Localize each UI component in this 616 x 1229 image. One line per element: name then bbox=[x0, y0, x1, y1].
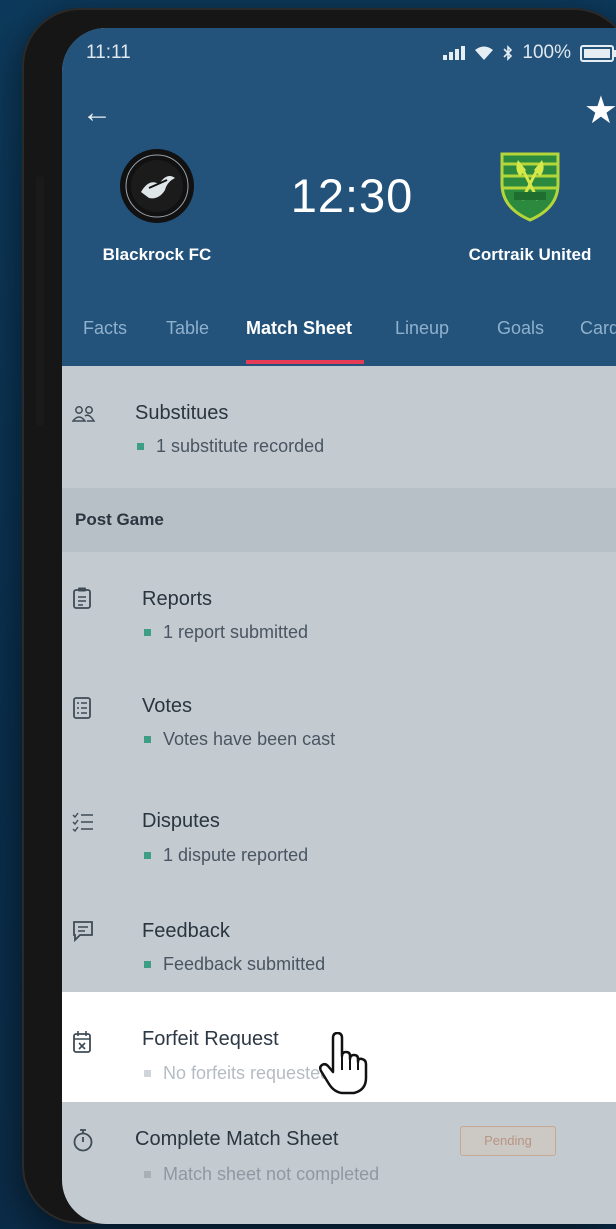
status-dot bbox=[144, 961, 151, 968]
tab-goals[interactable]: Goals bbox=[497, 318, 544, 339]
list-item-substitutes[interactable]: Substitues 1 substitute recorded › bbox=[62, 366, 616, 488]
list-item-title: Forfeit Request bbox=[142, 1028, 279, 1050]
match-sheet-list: Substitues 1 substitute recorded › Post … bbox=[62, 366, 616, 1184]
tab-facts[interactable]: Facts bbox=[83, 318, 127, 339]
battery-percent: 100% bbox=[522, 42, 571, 63]
status-dot bbox=[144, 629, 151, 636]
status-text: Match sheet not completed bbox=[163, 1164, 380, 1184]
tab-bar: Facts Table Match Sheet Lineup Goals Car… bbox=[62, 318, 616, 366]
calendar-x-icon bbox=[73, 1031, 91, 1053]
home-team-name: Blackrock FC bbox=[102, 245, 212, 264]
status-text: Feedback submitted bbox=[163, 954, 326, 974]
pending-badge: Pending bbox=[460, 1126, 556, 1156]
list-item-complete-match-sheet[interactable]: Complete Match Sheet Pending Match sheet… bbox=[62, 1102, 616, 1202]
match-header: 11:11 100% ← ★ Blackrock FC 12:30 Cortra… bbox=[62, 28, 616, 366]
status-text: 1 substitute recorded bbox=[156, 436, 325, 456]
section-title: Post Game bbox=[75, 510, 164, 529]
status-dot bbox=[144, 1070, 151, 1077]
stopwatch-icon bbox=[73, 1129, 93, 1152]
list-item-disputes[interactable]: Disputes 1 dispute reported › bbox=[62, 768, 616, 882]
people-icon bbox=[72, 406, 96, 422]
back-arrow-icon[interactable]: ← bbox=[82, 96, 112, 130]
phone-side-button bbox=[36, 176, 44, 426]
list-item-reports[interactable]: Reports 1 report submitted › bbox=[62, 552, 616, 658]
status-text: Votes have been cast bbox=[163, 729, 336, 749]
away-team-name: Cortraik United bbox=[468, 245, 592, 264]
app-screen: 11:11 100% ← ★ Blackrock FC 12:30 Cortra… bbox=[62, 28, 616, 1224]
clipboard-icon bbox=[73, 587, 91, 609]
home-team[interactable]: Blackrock FC bbox=[67, 148, 247, 265]
battery-icon bbox=[580, 44, 616, 62]
list-item-status: 1 report submitted bbox=[144, 622, 308, 643]
bluetooth-icon bbox=[503, 45, 513, 61]
status-dot bbox=[144, 736, 151, 743]
list-item-status: Match sheet not completed bbox=[144, 1164, 379, 1185]
checklist-icon bbox=[72, 812, 93, 832]
status-bar: 11:11 100% bbox=[86, 42, 616, 68]
tab-match-sheet[interactable]: Match Sheet bbox=[246, 318, 352, 339]
kickoff-time: 12:30 bbox=[290, 169, 414, 222]
favorite-star-icon[interactable]: ★ bbox=[584, 88, 616, 133]
status-icons: 100% bbox=[443, 42, 616, 64]
section-header-post-game: Post Game bbox=[62, 488, 616, 552]
status-dot bbox=[137, 443, 144, 450]
wifi-icon bbox=[475, 46, 494, 60]
ballot-list-icon bbox=[73, 697, 91, 719]
status-text: 1 report submitted bbox=[163, 622, 309, 642]
status-text: 1 dispute reported bbox=[163, 845, 309, 865]
message-icon bbox=[73, 921, 93, 942]
status-dot bbox=[144, 852, 151, 859]
list-item-title: Reports bbox=[142, 588, 213, 610]
list-item-title: Substitues bbox=[135, 402, 229, 424]
tab-cards[interactable]: Cards bbox=[580, 318, 616, 339]
active-tab-indicator bbox=[246, 360, 364, 364]
list-item-title: Disputes bbox=[142, 810, 220, 832]
list-item-feedback[interactable]: Feedback Feedback submitted › bbox=[62, 882, 616, 992]
list-item-status: Feedback submitted bbox=[144, 954, 325, 975]
signal-icon bbox=[443, 46, 466, 60]
list-item-status: 1 dispute reported bbox=[144, 845, 308, 866]
status-dot bbox=[144, 1171, 151, 1178]
cortraik-crest-icon bbox=[500, 152, 560, 222]
list-item-title: Complete Match Sheet bbox=[135, 1128, 339, 1150]
list-item-status: Votes have been cast bbox=[144, 729, 335, 750]
status-text: No forfeits requested bbox=[163, 1063, 331, 1083]
status-time: 11:11 bbox=[86, 42, 131, 63]
blackrock-crest-icon bbox=[120, 149, 194, 223]
hand-pointer-icon bbox=[318, 1032, 368, 1095]
list-item-status: No forfeits requested bbox=[144, 1063, 330, 1084]
tab-lineup[interactable]: Lineup bbox=[395, 318, 449, 339]
away-team[interactable]: Cortraik United bbox=[440, 148, 616, 265]
list-item-title: Feedback bbox=[142, 920, 230, 942]
list-item-votes[interactable]: Votes Votes have been cast › bbox=[62, 658, 616, 768]
phone-frame: 11:11 100% ← ★ Blackrock FC 12:30 Cortra… bbox=[22, 8, 616, 1224]
list-item-status: 1 substitute recorded bbox=[137, 436, 324, 457]
tab-table[interactable]: Table bbox=[166, 318, 209, 339]
list-item-title: Votes bbox=[142, 695, 193, 717]
